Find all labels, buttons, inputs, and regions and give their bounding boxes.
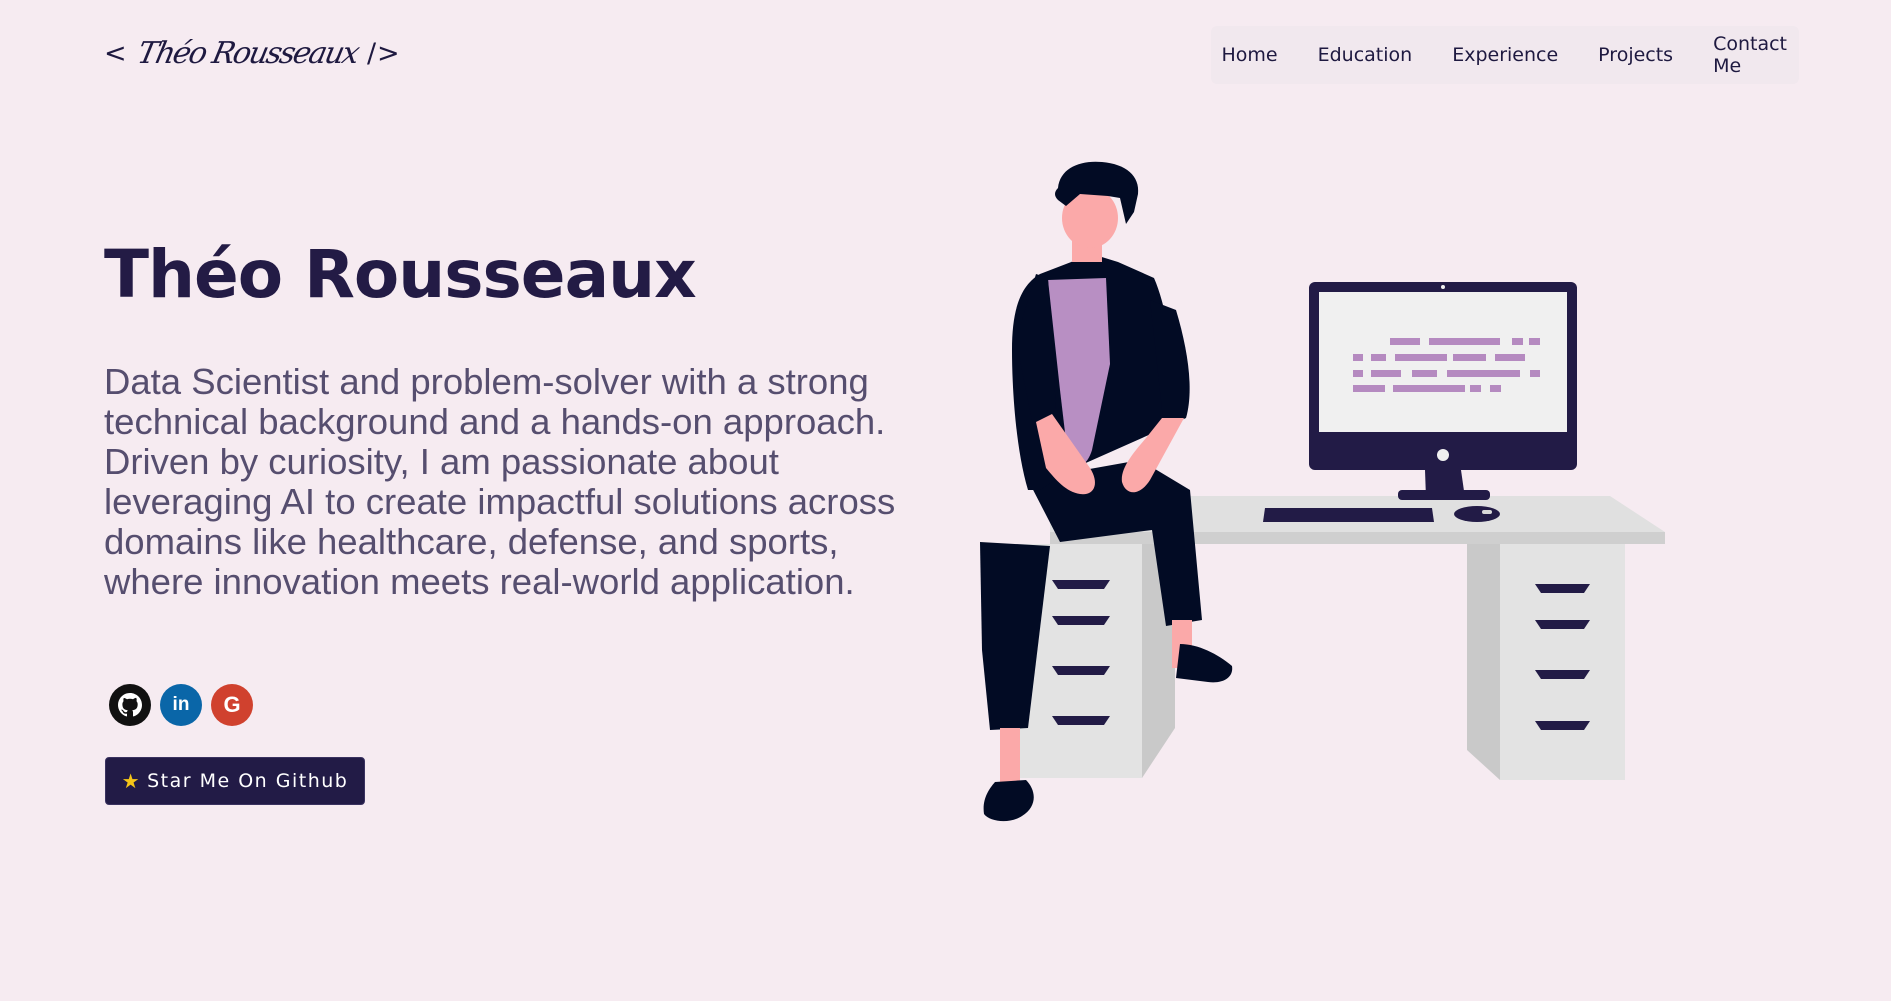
linkedin-icon: in	[172, 694, 190, 715]
google-icon: G	[223, 692, 241, 717]
page: < Théo Rousseaux /> Home Education Exper…	[0, 0, 1891, 1001]
right-drawer-2	[1535, 620, 1590, 629]
social-links: in G	[109, 684, 253, 726]
hero-name: Théo Rousseaux	[104, 236, 697, 313]
desk-edge	[1050, 532, 1665, 544]
logo-signature: Théo Rousseaux	[133, 35, 361, 71]
nav-projects[interactable]: Projects	[1598, 44, 1673, 66]
nav-education[interactable]: Education	[1318, 44, 1413, 66]
google-link[interactable]: G	[211, 684, 253, 726]
person-left-shoe	[983, 780, 1034, 822]
keyboard	[1263, 508, 1434, 522]
person-left-shin	[1000, 728, 1020, 788]
left-drawer-1	[1052, 580, 1110, 589]
logo[interactable]: < Théo Rousseaux />	[104, 30, 401, 76]
developer-desk-illustration	[980, 161, 1665, 822]
right-drawer-3	[1535, 670, 1590, 679]
left-drawer-2	[1052, 616, 1110, 625]
left-drawer-4	[1052, 716, 1110, 725]
nav-experience[interactable]: Experience	[1452, 44, 1558, 66]
monitor-base	[1398, 490, 1490, 500]
logo-close-bracket: />	[366, 37, 401, 69]
github-icon	[118, 693, 142, 717]
right-cabinet	[1500, 544, 1625, 780]
right-cabinet-side	[1467, 544, 1500, 780]
mouse	[1454, 506, 1500, 522]
monitor-screen	[1319, 292, 1567, 432]
right-drawer-1	[1535, 584, 1590, 593]
star-button-label: Star Me On Github	[147, 770, 349, 792]
nav-home[interactable]: Home	[1222, 44, 1278, 66]
nav-contact-me[interactable]: Contact Me	[1713, 33, 1787, 77]
star-on-github-button[interactable]: ★ Star Me On Github	[105, 757, 365, 805]
monitor-camera	[1441, 285, 1445, 289]
hero-bio: Data Scientist and problem-solver with a…	[104, 361, 896, 602]
star-icon: ★	[121, 769, 142, 793]
person-right-shoe	[1176, 644, 1233, 683]
left-drawer-3	[1052, 666, 1110, 675]
top-nav: Home Education Experience Projects Conta…	[1211, 26, 1799, 84]
linkedin-link[interactable]: in	[160, 684, 202, 726]
right-drawer-4	[1535, 721, 1590, 730]
mouse-button	[1482, 510, 1492, 514]
monitor-power-button	[1437, 449, 1449, 461]
logo-open-bracket: <	[104, 37, 128, 69]
github-link[interactable]	[109, 684, 151, 726]
